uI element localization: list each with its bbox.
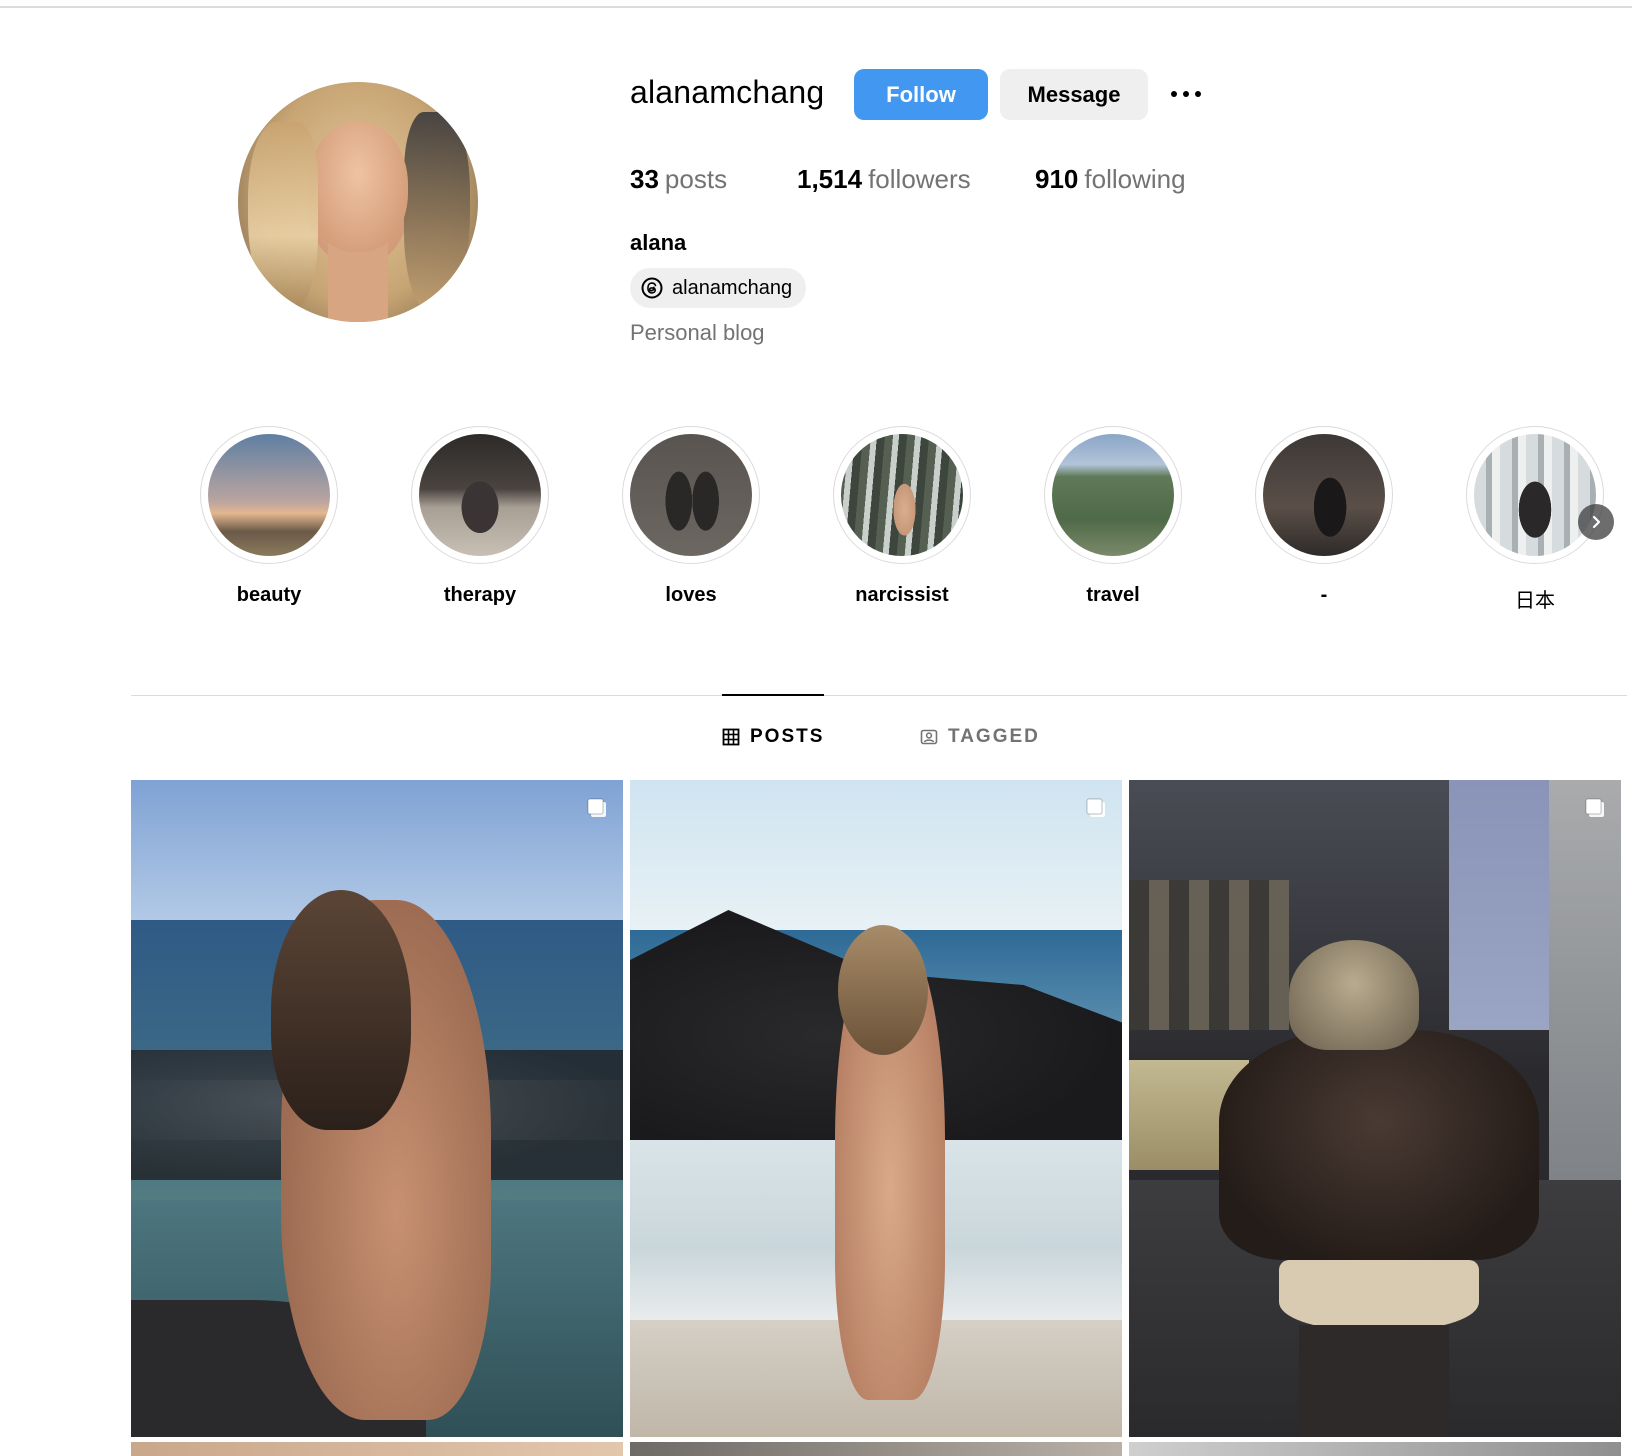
highlight-travel[interactable]: travel (1043, 426, 1183, 607)
highlights-next-button[interactable] (1578, 504, 1614, 540)
highlight-ring (1255, 426, 1393, 564)
profile-full-name: alana (630, 230, 687, 255)
followers-label: followers (868, 164, 971, 194)
highlight-label: - (1320, 584, 1328, 606)
tagged-person-icon (920, 729, 938, 745)
highlight-thumbnail (1052, 434, 1174, 556)
profile-page: alanamchang Follow Message 33 posts 1,514… (0, 0, 1632, 1456)
highlight-thumbnail (841, 434, 963, 556)
carousel-icon (587, 798, 606, 817)
active-tab-indicator (722, 694, 824, 696)
highlight-label: travel (1086, 584, 1140, 606)
highlight-thumbnail (630, 434, 752, 556)
highlight-loves[interactable]: loves (621, 426, 761, 607)
threads-link[interactable]: alanamchang (630, 268, 807, 308)
highlight-label: therapy (443, 584, 517, 606)
top-divider (0, 6, 1632, 8)
message-button[interactable]: Message (1000, 69, 1148, 120)
post-thumbnail[interactable] (131, 1442, 623, 1456)
photo-hair (271, 890, 411, 1130)
highlight-label: loves (665, 584, 717, 606)
avatar-hair-left (248, 122, 318, 312)
dot (1183, 91, 1189, 97)
tab-tagged-label: TAGGED (948, 726, 1040, 747)
photo-sky (630, 780, 1122, 930)
profile-avatar[interactable] (238, 82, 478, 322)
highlight-ring (200, 426, 338, 564)
following-count: 910 (1035, 164, 1079, 194)
photo-skirt (1279, 1260, 1479, 1330)
chevron-right-icon (1592, 515, 1601, 529)
highlight-dash[interactable]: - (1254, 426, 1394, 607)
highlight-label: beauty (236, 584, 302, 606)
tabs-divider (131, 695, 1627, 696)
carousel-icon (1585, 798, 1604, 817)
threads-icon (641, 277, 663, 299)
highlight-ring (833, 426, 971, 564)
more-options-icon[interactable] (1166, 76, 1206, 112)
highlight-thumbnail (419, 434, 541, 556)
post-thumbnail[interactable] (630, 780, 1122, 1437)
highlight-thumbnail (1263, 434, 1385, 556)
dot (1171, 91, 1177, 97)
highlight-thumbnail (208, 434, 330, 556)
photo-hair (838, 925, 928, 1055)
photo-legs (1299, 1325, 1449, 1437)
highlight-ring (1466, 426, 1604, 564)
avatar-face (308, 122, 408, 252)
photo-jacket (1219, 1030, 1539, 1260)
threads-handle: alanamchang (672, 276, 793, 299)
tab-posts[interactable]: POSTS (722, 726, 824, 748)
highlight-label: narcissist (855, 584, 949, 606)
profile-category: Personal blog (630, 320, 765, 345)
highlight-therapy[interactable]: therapy (410, 426, 550, 607)
following-label: following (1084, 164, 1186, 194)
follow-button[interactable]: Follow (854, 69, 988, 120)
posts-count: 33 (630, 164, 659, 194)
followers-stat[interactable]: 1,514 followers (797, 164, 971, 195)
avatar-hair-right (404, 112, 470, 312)
profile-username: alanamchang (630, 74, 825, 110)
photo-sky (131, 780, 623, 920)
photo-cap (1289, 940, 1419, 1050)
followers-count: 1,514 (797, 164, 863, 194)
posts-label: posts (664, 164, 728, 194)
highlight-beauty[interactable]: beauty (199, 426, 339, 607)
photo-building (1549, 780, 1621, 1180)
carousel-icon (1086, 798, 1105, 817)
highlight-narcissist[interactable]: narcissist (832, 426, 972, 607)
posts-stat: 33 posts (630, 164, 727, 195)
photo-windows (1129, 880, 1289, 1030)
post-thumbnail[interactable] (630, 1442, 1122, 1456)
grid-icon (722, 728, 740, 746)
post-thumbnail[interactable] (1129, 780, 1621, 1437)
avatar-neck (328, 242, 388, 322)
highlight-ring (622, 426, 760, 564)
tab-posts-label: POSTS (750, 726, 825, 747)
dot (1195, 91, 1201, 97)
highlight-ring (1044, 426, 1182, 564)
tab-tagged[interactable]: TAGGED (920, 726, 1040, 748)
post-thumbnail[interactable] (131, 780, 623, 1437)
highlight-ring (411, 426, 549, 564)
following-stat[interactable]: 910 following (1035, 164, 1186, 195)
highlight-label: 日本 (1515, 590, 1555, 612)
post-thumbnail[interactable] (1129, 1442, 1621, 1456)
highlight-thumbnail (1474, 434, 1596, 556)
